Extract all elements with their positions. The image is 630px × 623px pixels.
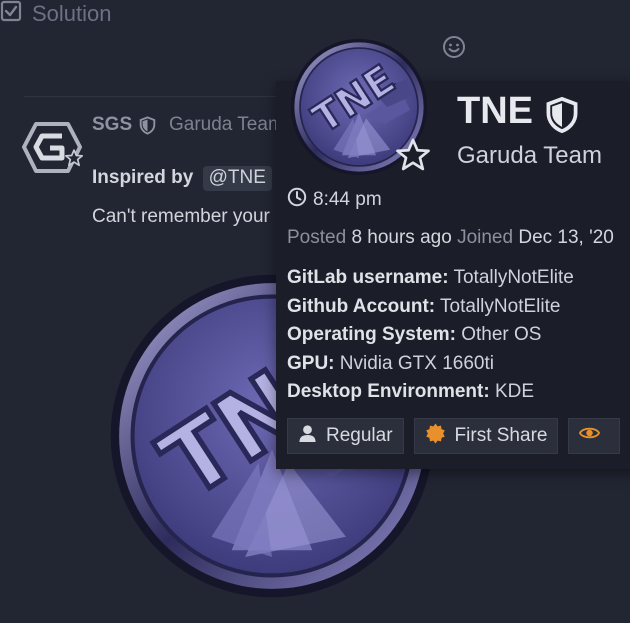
shield-icon [545, 96, 579, 134]
field-value: Nvidia GTX 1660ti [339, 352, 494, 374]
user-card-name[interactable]: TNE [457, 90, 533, 133]
user-field: Desktop Environment: KDE [287, 378, 574, 407]
field-value: TotallyNotElite [440, 295, 561, 317]
user-card-title[interactable]: Garuda Team [457, 142, 602, 170]
field-value: KDE [494, 381, 535, 402]
user-field: GitLab username: TotallyNotElite [287, 264, 574, 293]
solution-button[interactable]: Solution [0, 0, 630, 28]
star-icon [64, 148, 84, 168]
joined-label: Joined [457, 227, 514, 248]
field-name: GitLab username: [287, 267, 449, 288]
local-time-value: 8:44 pm [313, 189, 382, 210]
user-icon [298, 424, 317, 449]
user-fields: GitLab username: TotallyNotElite Github … [287, 264, 574, 407]
field-name: Github Account: [287, 295, 436, 317]
eye-icon [579, 425, 601, 447]
user-field: Github Account: TotallyNotElite [287, 293, 574, 322]
solution-label: Solution [32, 1, 112, 26]
field-name: Operating System: [287, 324, 456, 345]
user-card-meta: Posted 8 hours ago Joined Dec 13, '20 [287, 227, 614, 249]
posted-label: Posted [287, 227, 347, 248]
quote-label: Inspired by [92, 167, 194, 188]
certificate-icon [425, 423, 446, 450]
user-badges: Regular First Share [287, 418, 621, 454]
badge-label: First Share [454, 425, 548, 446]
badge-regular[interactable]: Regular [287, 418, 404, 454]
user-mention[interactable]: @TNE [202, 166, 272, 191]
post-username[interactable]: SGS [92, 114, 132, 136]
clock-icon [287, 187, 307, 213]
quote-attribution: Inspired by @TNE [92, 166, 272, 191]
checkbox-icon [0, 0, 22, 28]
badge-eye[interactable] [568, 418, 621, 454]
star-icon [394, 136, 432, 174]
badge-first-share[interactable]: First Share [413, 418, 559, 454]
post-group-name[interactable]: Garuda Team [169, 114, 284, 136]
joined-value: Dec 13, '20 [518, 227, 614, 248]
posted-value[interactable]: 8 hours ago [351, 227, 451, 248]
post-body-text: Can't remember your [92, 206, 270, 227]
shield-icon [139, 116, 156, 135]
user-field: Operating System: Other OS [287, 321, 574, 350]
local-time: 8:44 pm [287, 187, 382, 213]
field-value: TotallyNotElite [453, 267, 574, 288]
field-name: GPU: [287, 352, 335, 374]
field-value: Other OS [461, 324, 542, 345]
user-field: GPU: Nvidia GTX 1660ti [287, 350, 574, 379]
smile-icon[interactable] [442, 35, 466, 59]
field-name: Desktop Environment: [287, 381, 490, 402]
badge-label: Regular [326, 425, 393, 446]
